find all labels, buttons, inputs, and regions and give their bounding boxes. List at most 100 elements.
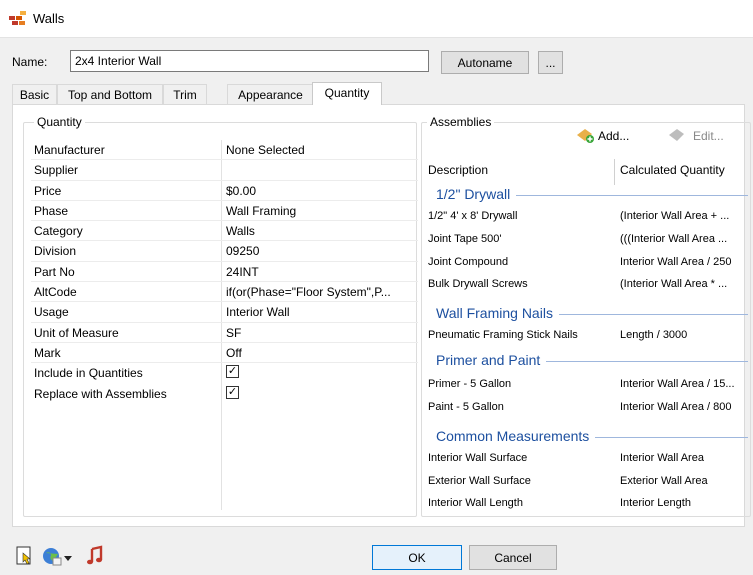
assembly-item-quantity[interactable]: (Interior Wall Area + ... xyxy=(620,210,729,222)
assembly-item-quantity[interactable]: Interior Wall Area / 800 xyxy=(620,401,731,413)
browse-button[interactable]: ... xyxy=(538,51,563,74)
quantity-row[interactable]: Price $0.00 xyxy=(31,181,418,201)
assembly-item-description[interactable]: Exterior Wall Surface xyxy=(428,475,531,487)
window-title: Walls xyxy=(33,11,65,26)
edit-assembly-button[interactable]: Edit... xyxy=(667,126,724,146)
assemblies-group-title: Assemblies xyxy=(427,115,495,129)
header-divider xyxy=(614,159,615,185)
quantity-row-value[interactable]: Off xyxy=(226,346,416,360)
assemblies-list-header: Description Calculated Quantity xyxy=(426,157,753,187)
quantity-row-label: Price xyxy=(34,183,62,198)
tab-quantity[interactable]: Quantity xyxy=(312,82,382,105)
title-bar: Walls xyxy=(0,0,753,38)
quantity-row[interactable]: Mark Off xyxy=(31,343,418,364)
assembly-item-quantity[interactable]: Length / 3000 xyxy=(620,329,687,341)
dropdown-arrow-icon[interactable] xyxy=(63,552,73,574)
quantity-row[interactable]: Unit of Measure SF xyxy=(31,323,418,343)
quantity-row-value[interactable]: Wall Framing xyxy=(226,204,416,218)
quantity-row-label: Division xyxy=(34,244,77,259)
quantity-row-checkbox[interactable]: ✓ xyxy=(226,365,239,379)
quantity-row-label: Part No xyxy=(34,264,75,279)
assembly-item-quantity[interactable]: Exterior Wall Area xyxy=(620,475,708,487)
quantity-row-label: Include in Quantities xyxy=(34,366,143,381)
assembly-item-quantity[interactable]: (((Interior Wall Area ... xyxy=(620,233,727,245)
name-label: Name: xyxy=(12,55,48,69)
quantity-row-label: Phase xyxy=(34,203,69,218)
assembly-section-rule xyxy=(546,360,749,362)
assembly-item-description[interactable]: Interior Wall Surface xyxy=(428,452,527,464)
quantity-row[interactable]: Supplier xyxy=(31,160,418,181)
assembly-item-description[interactable]: Paint - 5 Gallon xyxy=(428,401,504,413)
cancel-button[interactable]: Cancel xyxy=(469,545,557,570)
quantity-row[interactable]: Part No 24INT xyxy=(31,262,418,283)
assembly-item-quantity[interactable]: Interior Wall Area / 250 xyxy=(620,256,731,268)
assembly-item-description[interactable]: Interior Wall Length xyxy=(428,497,523,509)
quantity-row-label: Category xyxy=(34,224,83,239)
assembly-item-description[interactable]: Joint Compound xyxy=(428,256,508,268)
assembly-section-title: Common Measurements xyxy=(436,428,590,444)
quantity-row[interactable]: Category Walls xyxy=(31,221,418,242)
assembly-item-quantity[interactable]: Interior Length xyxy=(620,497,691,509)
quantity-row-checkbox[interactable]: ✓ xyxy=(226,385,239,399)
assembly-item-description[interactable]: Primer - 5 Gallon xyxy=(428,378,511,390)
assembly-item-description[interactable]: Bulk Drywall Screws xyxy=(428,278,528,290)
quantity-row-label: Manufacturer xyxy=(34,143,105,157)
assembly-section-title: 1/2" Drywall xyxy=(436,186,511,202)
quantity-row[interactable]: Division 09250 xyxy=(31,241,418,262)
assembly-section-header: 1/2" Drywall xyxy=(436,186,749,202)
ok-button[interactable]: OK xyxy=(372,545,462,570)
assembly-section-title: Wall Framing Nails xyxy=(436,305,553,321)
name-input[interactable]: 2x4 Interior Wall xyxy=(70,50,429,72)
quantity-property-grid: Manufacturer None Selected Supplier Price $0… xyxy=(31,140,418,404)
music-note-icon[interactable] xyxy=(85,545,107,567)
edit-assembly-label: Edit... xyxy=(693,129,724,143)
quantity-row[interactable]: Phase Wall Framing xyxy=(31,201,418,222)
quantity-row-value[interactable]: 24INT xyxy=(226,265,416,279)
tab-top-and-bottom[interactable]: Top and Bottom xyxy=(57,84,163,104)
assembly-item-description[interactable]: Pneumatic Framing Stick Nails xyxy=(428,329,578,341)
tab-basic[interactable]: Basic xyxy=(12,84,57,104)
assembly-section-rule xyxy=(558,313,748,315)
assembly-section-rule xyxy=(516,194,749,196)
wall-icon xyxy=(8,10,28,26)
tab-trim[interactable]: Trim xyxy=(163,84,207,104)
quantity-row-value[interactable]: if(or(Phase="Floor System",P... xyxy=(226,285,416,299)
quantity-row-label: Supplier xyxy=(34,163,79,178)
assembly-item-description[interactable]: 1/2" 4' x 8' Drywall xyxy=(428,210,517,222)
quantity-row-value[interactable]: 09250 xyxy=(226,244,416,258)
add-assembly-button[interactable]: Add... xyxy=(575,126,629,146)
quantity-row-label: Unit of Measure xyxy=(34,325,119,340)
assembly-section-title: Primer and Paint xyxy=(436,352,541,368)
add-assembly-label: Add... xyxy=(598,129,630,143)
add-icon xyxy=(575,126,595,147)
quantity-row[interactable]: Include in Quantities ✓ xyxy=(31,363,418,383)
quantity-row[interactable]: AltCode if(or(Phase="Floor System",P... xyxy=(31,282,418,303)
assembly-section-header: Primer and Paint xyxy=(436,352,749,368)
quantity-row-value[interactable]: SF xyxy=(226,326,416,340)
assembly-item-quantity[interactable]: Interior Wall Area xyxy=(620,452,704,464)
assembly-item-description[interactable]: Joint Tape 500' xyxy=(428,233,501,245)
quantity-row-value[interactable]: Walls xyxy=(226,224,416,238)
quantity-row-value[interactable]: None Selected xyxy=(226,143,416,157)
quantity-row-value[interactable]: Interior Wall xyxy=(226,305,416,319)
assembly-section-header: Common Measurements xyxy=(436,428,749,444)
assembly-section-rule xyxy=(595,436,749,438)
quantity-row-value[interactable]: $0.00 xyxy=(226,184,416,198)
quantity-row-label: Replace with Assemblies xyxy=(34,386,167,401)
assembly-item-quantity[interactable]: Interior Wall Area / 15... xyxy=(620,378,735,390)
calculated-quantity-column-header[interactable]: Calculated Quantity xyxy=(620,163,725,177)
autoname-button[interactable]: Autoname xyxy=(441,51,529,74)
quantity-row[interactable]: Replace with Assemblies ✓ xyxy=(31,384,418,404)
quantity-row-label: AltCode xyxy=(34,285,77,300)
quantity-row[interactable]: Usage Interior Wall xyxy=(31,302,418,323)
quantity-row-label: Mark xyxy=(34,345,61,360)
edit-icon xyxy=(667,126,687,147)
globe-icon[interactable] xyxy=(41,545,63,567)
quantity-row[interactable]: Manufacturer None Selected xyxy=(31,140,418,161)
quantity-row-label: Usage xyxy=(34,305,69,320)
document-select-icon[interactable] xyxy=(14,545,36,567)
tab-appearance[interactable]: Appearance xyxy=(227,84,314,104)
assembly-item-quantity[interactable]: (Interior Wall Area * ... xyxy=(620,278,727,290)
description-column-header[interactable]: Description xyxy=(428,163,488,177)
assembly-section-header: Wall Framing Nails xyxy=(436,305,748,321)
